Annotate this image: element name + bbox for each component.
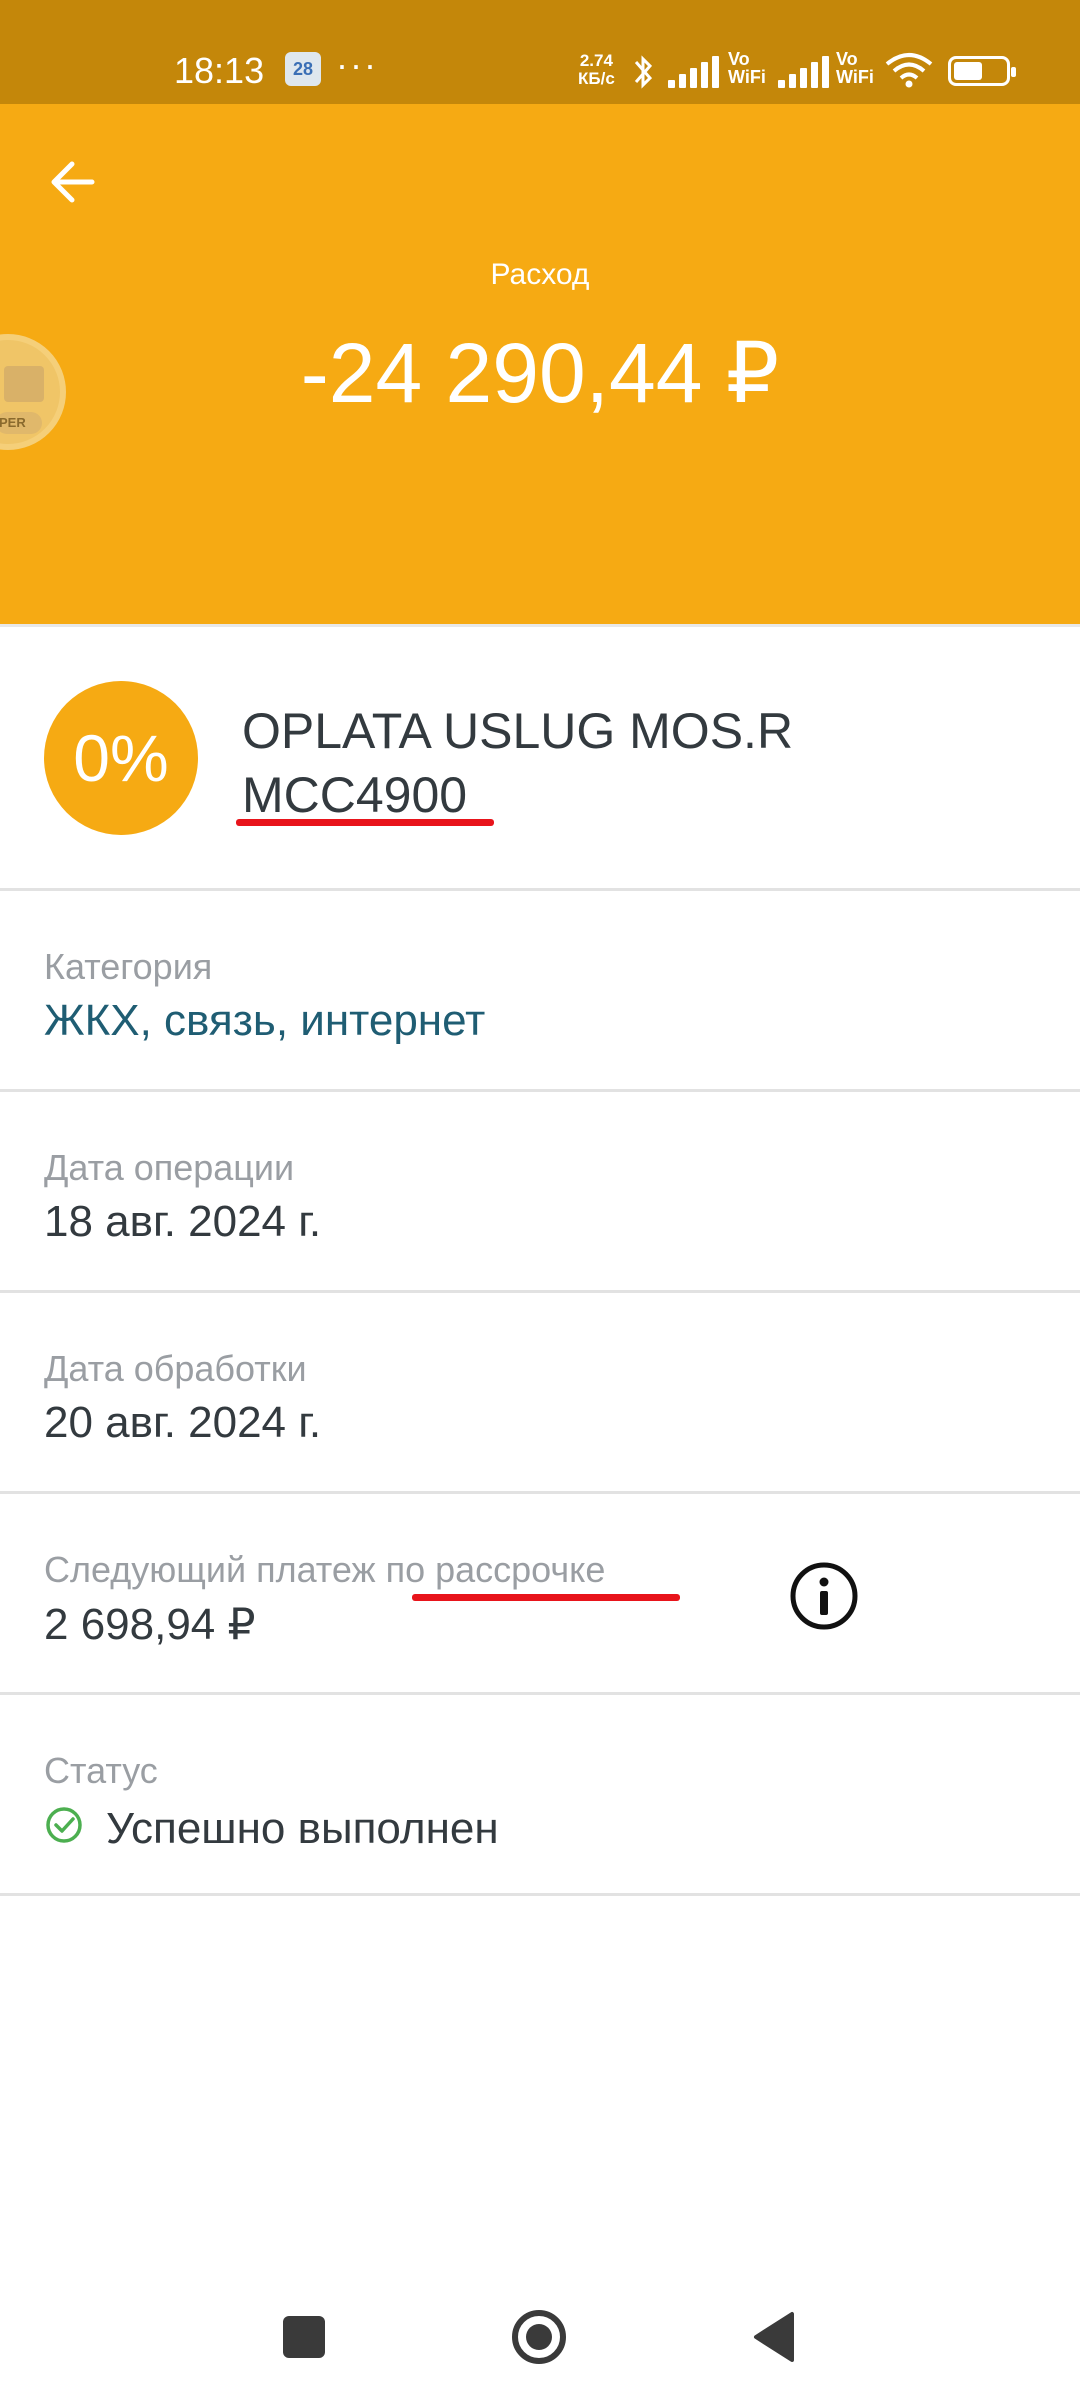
merchant-section: 0% OPLATA USLUG MOS.R MCC4900 — [0, 624, 1080, 890]
installment-value: 2 698,94 ₽ — [44, 1600, 256, 1649]
more-notifications-icon: ··· — [336, 44, 378, 85]
network-speed: 2.74 КБ/с — [578, 52, 615, 88]
battery-icon — [948, 56, 1016, 86]
vowifi-top: Vo — [836, 49, 858, 69]
installment-label: Следующий платеж по рассрочке — [44, 1549, 606, 1590]
operation-date-row: Дата операции 18 авг. 2024 г. — [44, 1147, 321, 1247]
status-time: 18:13 — [174, 50, 265, 91]
category-row[interactable]: Категория ЖКХ, связь, интернет — [44, 946, 485, 1046]
signal-icon — [778, 56, 830, 88]
status-label: Статус — [44, 1750, 158, 1791]
network-speed-unit: КБ/с — [578, 69, 615, 88]
processing-date-value: 20 авг. 2024 г. — [44, 1398, 322, 1447]
status-value: Успешно выполнен — [106, 1804, 499, 1853]
vowifi-icon: Vo WiFi — [836, 50, 874, 86]
operation-date-label: Дата операции — [44, 1147, 295, 1188]
divider — [0, 1290, 1080, 1293]
vowifi-bottom: WiFi — [836, 67, 874, 87]
merchant-name: OPLATA USLUG MOS.R MCC4900 — [242, 699, 793, 827]
info-icon[interactable] — [788, 1560, 860, 1632]
divider — [0, 1893, 1080, 1896]
battery-tip — [1011, 67, 1016, 77]
divider — [0, 1692, 1080, 1695]
operation-date-value: 18 авг. 2024 г. — [44, 1197, 322, 1246]
merchant-mcc: MCC4900 — [242, 767, 468, 823]
status-row: Статус — [44, 1750, 158, 1792]
transaction-header: PER Расход -24 290,44 ₽ — [0, 104, 1080, 624]
divider — [0, 888, 1080, 891]
signal-icon — [668, 56, 720, 88]
check-circle-icon — [46, 1807, 82, 1843]
wifi-icon — [885, 53, 933, 88]
processing-date-label: Дата обработки — [44, 1348, 307, 1389]
vowifi-bottom: WiFi — [728, 67, 766, 87]
divider — [0, 1089, 1080, 1092]
recent-apps-button[interactable] — [283, 2316, 325, 2358]
status-bar: 18:13 28 ··· 2.74 КБ/с Vo WiFi Vo WiFi — [0, 0, 1080, 104]
bluetooth-icon — [634, 55, 653, 89]
merchant-name-line1: OPLATA USLUG MOS.R — [242, 703, 794, 759]
back-button[interactable] — [752, 2310, 796, 2364]
divider — [0, 1491, 1080, 1494]
category-value[interactable]: ЖКХ, связь, интернет — [44, 996, 485, 1046]
transaction-type: Расход — [490, 258, 590, 291]
calendar-notification-icon: 28 — [285, 52, 321, 86]
battery-fill — [954, 62, 982, 80]
category-label: Категория — [44, 946, 213, 987]
network-speed-value: 2.74 — [579, 51, 613, 70]
annotation-underline-mcc — [236, 819, 494, 826]
back-arrow-icon[interactable] — [42, 150, 106, 214]
annotation-underline-installment — [412, 1594, 680, 1601]
vowifi-icon: Vo WiFi — [728, 50, 766, 86]
vowifi-top: Vo — [728, 49, 750, 69]
processing-date-row: Дата обработки 20 авг. 2024 г. — [44, 1348, 321, 1448]
merchant-logo: 0% — [44, 681, 198, 835]
transaction-amount: -24 290,44 ₽ — [300, 326, 780, 420]
home-button[interactable] — [510, 2308, 568, 2366]
